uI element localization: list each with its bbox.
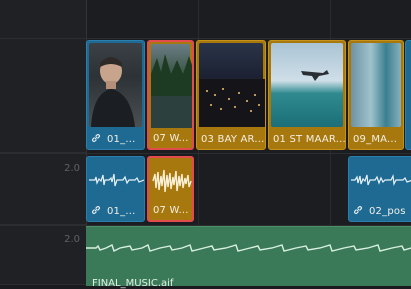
- clip-label: 01_...: [91, 205, 135, 217]
- plane-image: [301, 70, 329, 81]
- music-clip[interactable]: FINAL_MUSIC.aif: [86, 226, 411, 289]
- music-waveform: [86, 244, 411, 252]
- audio-track-1-header[interactable]: 2.0: [0, 155, 86, 225]
- track-headers: 2.0 2.0: [0, 0, 86, 285]
- audio-waveform: [152, 169, 192, 193]
- audio-track-2-level: 2.0: [64, 234, 80, 245]
- clip-label: 01_...: [91, 133, 135, 145]
- link-icon: [92, 206, 100, 214]
- track-separator: [0, 153, 411, 154]
- forest-thumbnail-image: [151, 44, 192, 128]
- audio-clip-02-pos[interactable]: 02_pos: [348, 156, 411, 222]
- clip-label: 03 BAY AR...: [201, 134, 265, 145]
- city-lights-image: [199, 79, 265, 127]
- track-separator: [0, 38, 411, 39]
- video-clip-03[interactable]: 03 BAY AR...: [196, 40, 266, 150]
- clip-thumbnail: [89, 43, 142, 127]
- audio-clip-07-selected[interactable]: 07 W...: [147, 156, 194, 222]
- video-clip-07-selected[interactable]: 07 W...: [147, 40, 194, 150]
- beach-plane-thumbnail-image: [271, 43, 343, 127]
- audio-track-2-header[interactable]: 2.0: [0, 226, 86, 285]
- clip-label: 09_MA...: [353, 134, 398, 145]
- link-icon: [92, 134, 100, 142]
- person-thumbnail-image: [91, 57, 135, 127]
- audio-waveform: [351, 173, 411, 187]
- forest-image: [151, 54, 192, 128]
- video-clip-01-st-maar[interactable]: 01 ST MAAR...: [268, 40, 346, 150]
- ocean-thumbnail-image: [351, 43, 401, 127]
- clip-label: 07 W...: [153, 133, 189, 144]
- audio-clip-01[interactable]: 01_...: [86, 156, 145, 222]
- video-track-header[interactable]: [0, 40, 86, 153]
- link-icon: [354, 206, 362, 214]
- video-clip-partial[interactable]: [405, 40, 411, 150]
- video-clip-09-ma[interactable]: 09_MA...: [348, 40, 404, 150]
- clip-label: 07 W...: [153, 205, 189, 216]
- city-night-thumbnail-image: [199, 43, 265, 127]
- music-clip-label: FINAL_MUSIC.aif: [92, 278, 174, 289]
- audio-waveform: [89, 173, 144, 187]
- clip-label: 01 ST MAAR...: [273, 134, 346, 145]
- clip-label: 02_pos: [353, 205, 406, 217]
- audio-track-1-level: 2.0: [64, 163, 80, 174]
- video-clip-01[interactable]: 01_...: [86, 40, 145, 150]
